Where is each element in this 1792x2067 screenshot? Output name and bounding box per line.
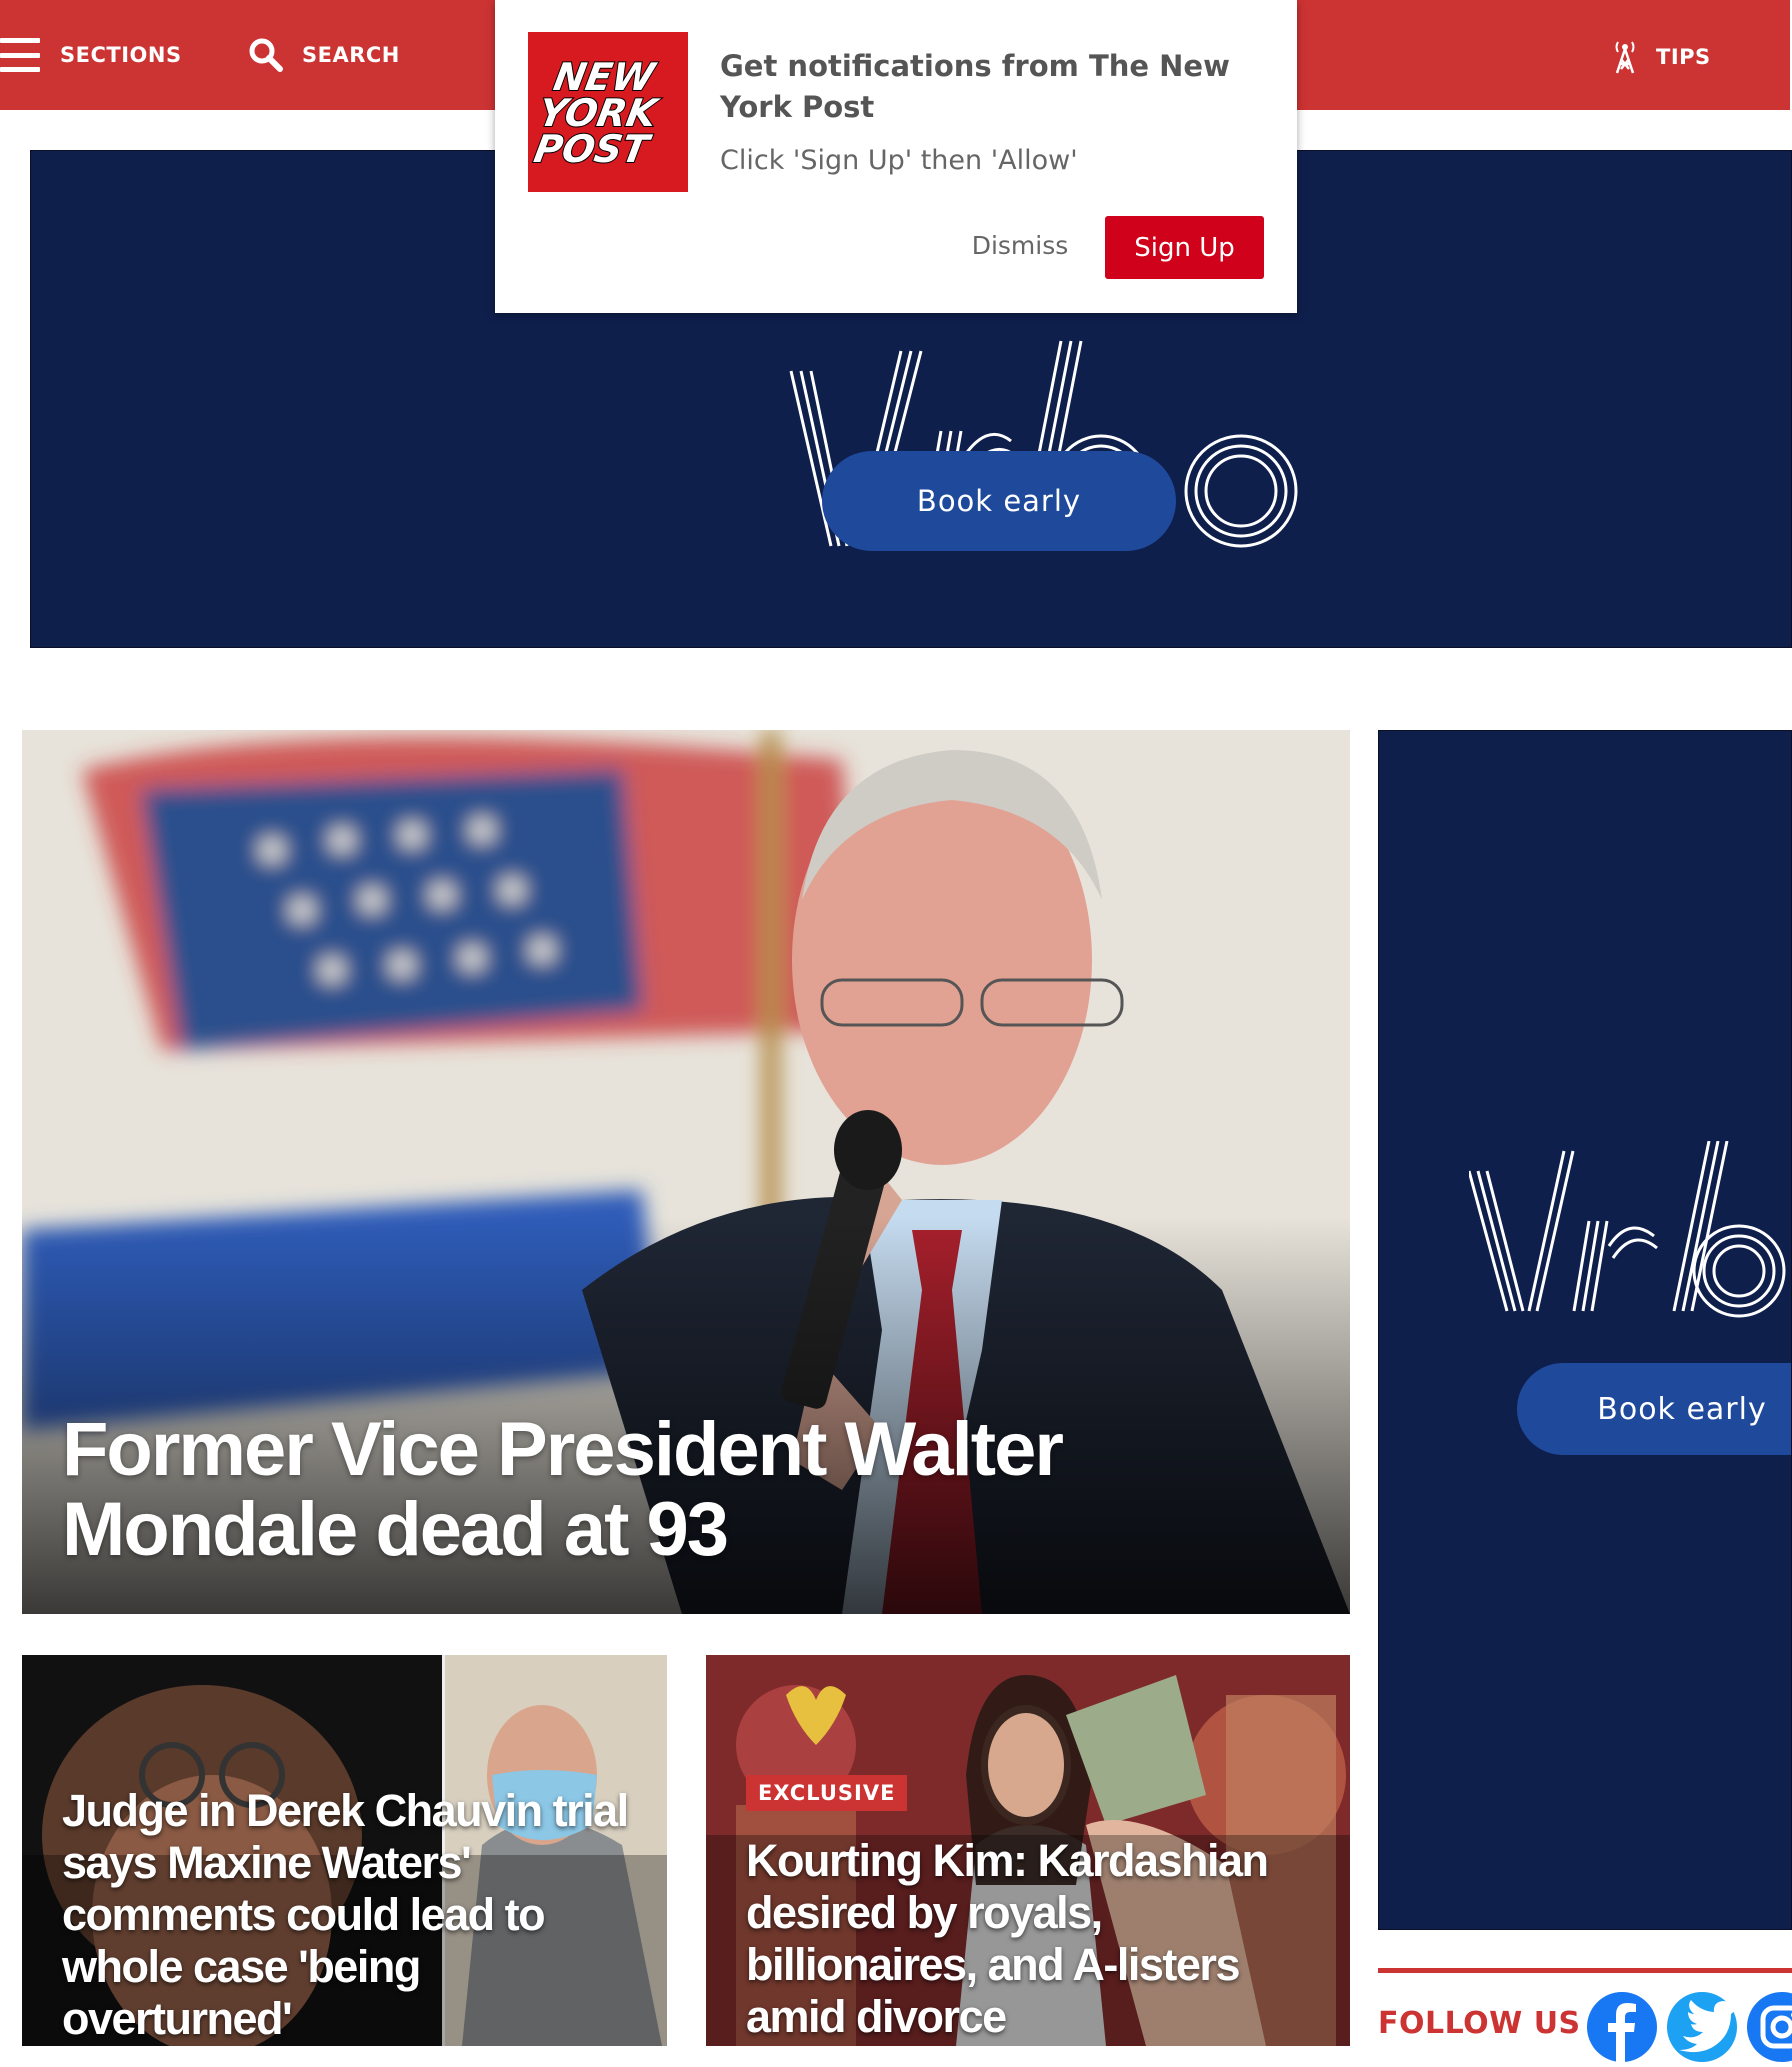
sections-label: SECTIONS — [60, 43, 182, 67]
facebook-icon[interactable] — [1587, 1992, 1657, 2062]
dismiss-button[interactable]: Dismiss — [960, 214, 1080, 276]
twitter-icon[interactable] — [1667, 1992, 1737, 2062]
logo-word-3: POST — [531, 127, 655, 172]
search-icon — [249, 38, 283, 72]
notification-title: Get notifications from The New York Post — [720, 49, 1230, 124]
vrbo-logo-side — [1469, 1141, 1786, 1318]
sidebar-ad[interactable]: Book early — [1378, 730, 1792, 1930]
hero-story[interactable]: Former Vice President Walter Mondale dea… — [22, 730, 1350, 1614]
sign-up-button[interactable]: Sign Up — [1105, 216, 1264, 279]
notification-subtitle: Click 'Sign Up' then 'Allow' — [720, 145, 1078, 176]
story-headline-kardashian[interactable]: Kourting Kim: Kardashian desired by roya… — [746, 1835, 1326, 2043]
broadcast-tower-icon — [1615, 41, 1635, 74]
sections-button[interactable]: SECTIONS — [0, 34, 182, 76]
exclusive-badge: EXCLUSIVE — [746, 1775, 908, 1811]
story-card-chauvin[interactable]: Judge in Derek Chauvin trial says Maxine… — [22, 1655, 667, 2046]
notification-prompt: NEW YORK POST Get notifications from The… — [495, 0, 1297, 313]
search-button[interactable]: SEARCH — [248, 34, 400, 76]
tips-button[interactable]: TIPS — [1610, 36, 1711, 78]
story-card-kardashian[interactable]: EXCLUSIVE Kourting Kim: Kardashian desir… — [706, 1655, 1350, 2046]
nypost-logo: NEW YORK POST — [528, 32, 688, 192]
hamburger-menu-icon — [0, 38, 40, 72]
hero-headline[interactable]: Former Vice President Walter Mondale dea… — [62, 1410, 1162, 1570]
search-label: SEARCH — [302, 43, 400, 67]
follow-us-label: FOLLOW US — [1378, 2006, 1581, 2041]
follow-divider — [1378, 1968, 1792, 1973]
book-early-button[interactable]: Book early — [822, 451, 1176, 551]
instagram-icon[interactable] — [1747, 1992, 1792, 2062]
book-early-side-button[interactable]: Book early — [1517, 1363, 1791, 1455]
story-headline-chauvin[interactable]: Judge in Derek Chauvin trial says Maxine… — [62, 1785, 642, 2045]
tips-label: TIPS — [1656, 45, 1711, 69]
